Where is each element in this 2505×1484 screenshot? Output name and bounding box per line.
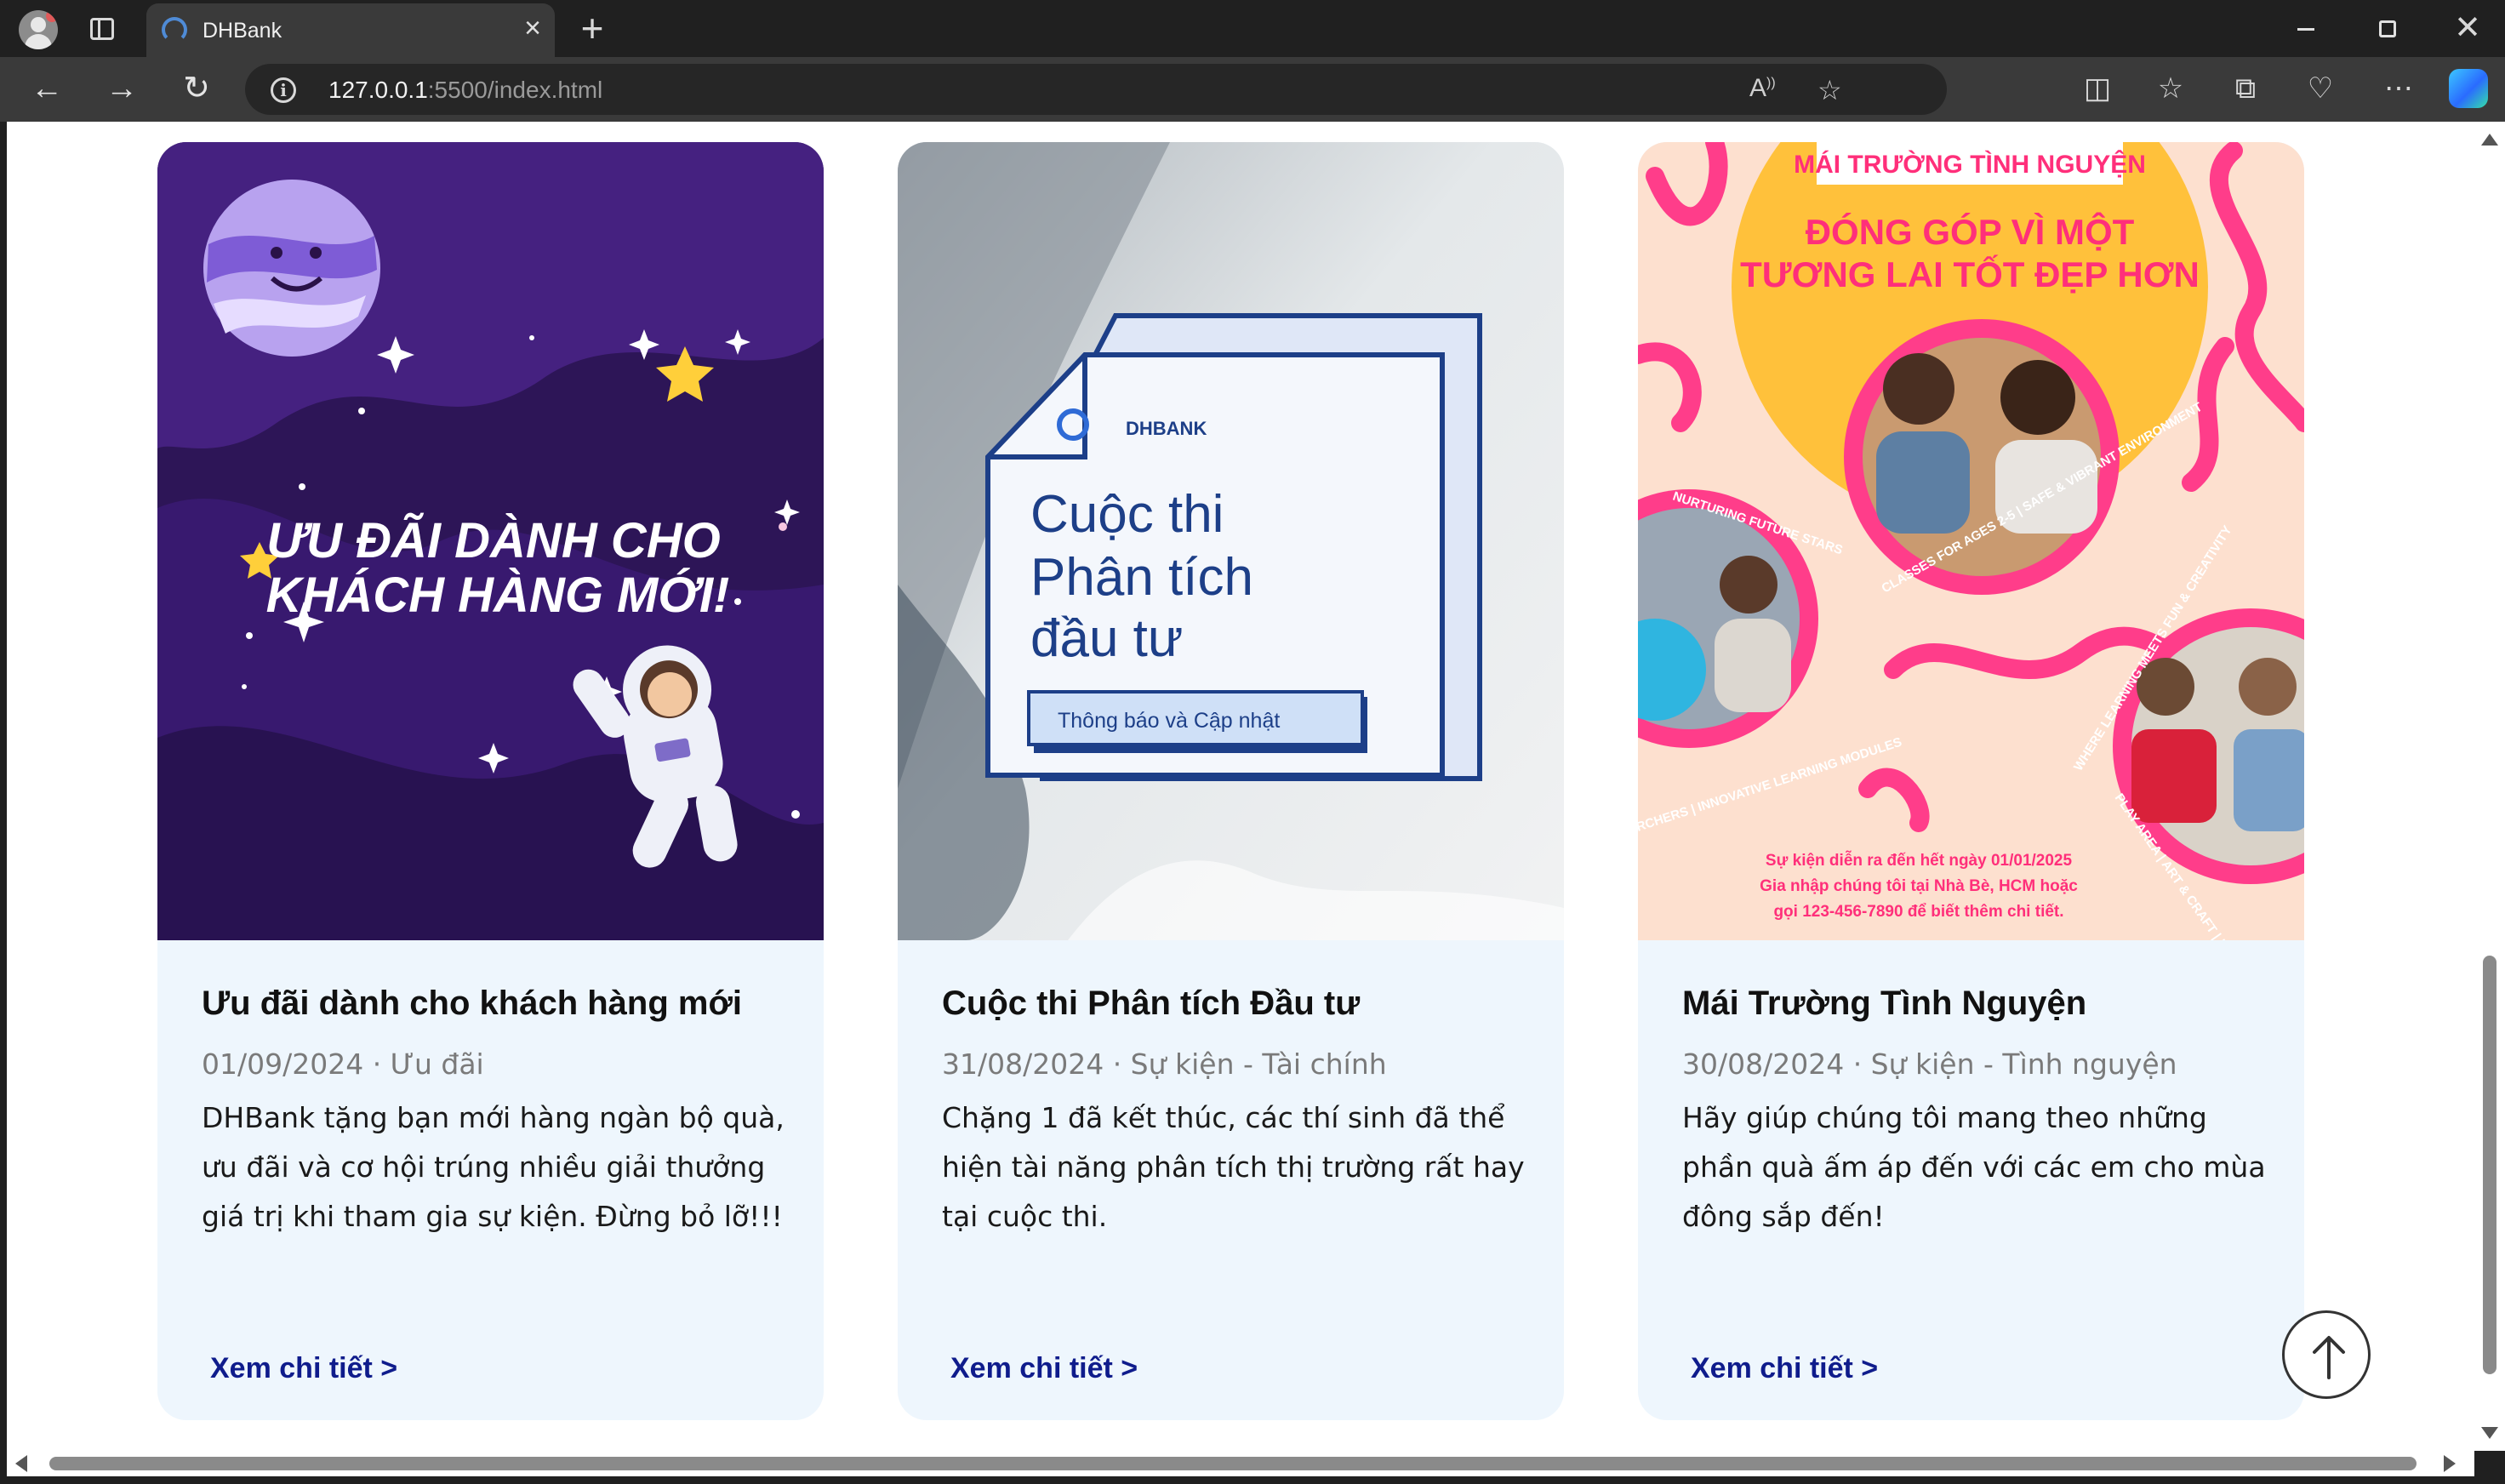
url-text[interactable]: 127.0.0.1:5500/index.html bbox=[328, 77, 602, 104]
promo-poster-image[interactable]: ƯU ĐÃI DÀNH CHO KHÁCH HÀNG MỚI! bbox=[157, 142, 824, 940]
scroll-down-arrow-icon[interactable] bbox=[2481, 1427, 2498, 1439]
horizontal-scrollbar[interactable] bbox=[0, 1451, 2505, 1484]
split-screen-icon[interactable]: ◫ bbox=[2078, 69, 2117, 108]
volunteer-footer-1: Sự kiện diễn ra đến hết ngày 01/01/2025 bbox=[1766, 851, 2073, 870]
favorites-icon[interactable]: ☆ bbox=[2151, 69, 2190, 108]
url-host: 127.0.0.1 bbox=[328, 77, 428, 103]
back-to-top-button[interactable] bbox=[2282, 1310, 2371, 1399]
contest-poster-tag: Thông báo và Cập nhật bbox=[1058, 709, 1280, 733]
contest-poster-line2: Phân tích bbox=[1030, 548, 1253, 607]
view-details-link[interactable]: Xem chi tiết > bbox=[210, 1352, 397, 1385]
profile-avatar-icon[interactable] bbox=[19, 10, 58, 49]
promo-poster-line1: ƯU ĐÃI DÀNH CHO bbox=[266, 513, 720, 568]
contest-poster-line3: đầu tư bbox=[1030, 609, 1183, 668]
volunteer-headline-2: TƯƠNG LAI TỐT ĐẸP HƠN bbox=[1740, 254, 2200, 294]
url-path: :5500/index.html bbox=[427, 77, 603, 103]
news-card: ƯU ĐÃI DÀNH CHO KHÁCH HÀNG MỚI! Ưu đãi d… bbox=[157, 142, 824, 1420]
horizontal-scroll-thumb[interactable] bbox=[49, 1457, 2417, 1470]
window-close-icon[interactable]: ✕ bbox=[2451, 7, 2485, 49]
scroll-up-arrow-icon[interactable] bbox=[2481, 134, 2498, 146]
browser-essentials-icon[interactable]: ♡ bbox=[2301, 69, 2340, 108]
browser-toolbar: ← → ↻ i 127.0.0.1:5500/index.html A)) ☆ … bbox=[0, 57, 2505, 122]
contest-poster-brand: DHBANK bbox=[1126, 418, 1207, 439]
read-aloud-icon[interactable]: A)) bbox=[1749, 74, 1776, 103]
vertical-scroll-thumb[interactable] bbox=[2483, 956, 2496, 1374]
contest-poster-image[interactable]: DHBANK Cuộc thi Phân tích đầu tư Thông b… bbox=[898, 142, 1564, 940]
more-menu-icon[interactable]: ⋯ bbox=[2379, 69, 2418, 108]
volunteer-headline-1: ĐÓNG GÓP VÌ MỘT bbox=[1806, 211, 2135, 252]
favorite-star-icon[interactable]: ☆ bbox=[1817, 74, 1842, 106]
browser-tab-bar: DHBank × + ✕ bbox=[0, 0, 2505, 57]
page-viewport: ƯU ĐÃI DÀNH CHO KHÁCH HÀNG MỚI! Ưu đãi d… bbox=[7, 122, 2474, 1451]
card-title: Ưu đãi dành cho khách hàng mới bbox=[202, 985, 743, 1022]
card-description: Hãy giúp chúng tôi mang theo những phần … bbox=[1682, 1101, 2266, 1233]
tab-actions-icon[interactable] bbox=[85, 14, 119, 44]
volunteer-banner: MÁI TRƯỜNG TÌNH NGUYỆN bbox=[1794, 150, 2146, 179]
news-card: DHBANK Cuộc thi Phân tích đầu tư Thông b… bbox=[898, 142, 1564, 1420]
contest-poster-line1: Cuộc thi bbox=[1030, 485, 1224, 544]
volunteer-poster-image[interactable]: MÁI TRƯỜNG TÌNH NGUYỆN ĐÓNG GÓP VÌ MỘT T… bbox=[1638, 142, 2304, 940]
card-description: Chặng 1 đã kết thúc, các thí sinh đã thể… bbox=[942, 1101, 1525, 1233]
minimize-icon[interactable] bbox=[2289, 12, 2323, 46]
card-title: Cuộc thi Phân tích Đầu tư bbox=[942, 985, 1361, 1022]
read-aloud-letter: A bbox=[1749, 74, 1767, 102]
address-bar[interactable]: i 127.0.0.1:5500/index.html A)) ☆ bbox=[245, 64, 1947, 115]
card-meta: 30/08/2024 · Sự kiện - Tình nguyện bbox=[1682, 1047, 2177, 1081]
card-description: DHBank tặng bạn mới hàng ngàn bộ quà, ưu… bbox=[202, 1101, 785, 1233]
tab-close-icon[interactable]: × bbox=[524, 14, 541, 43]
volunteer-footer-3: gọi 123-456-7890 để biết thêm chi tiết. bbox=[1773, 903, 2063, 921]
copilot-icon[interactable] bbox=[2449, 69, 2488, 108]
browser-tab-dhbank[interactable]: DHBank × bbox=[146, 3, 555, 57]
scroll-left-arrow-icon[interactable] bbox=[15, 1455, 27, 1472]
arrow-up-icon bbox=[2313, 1336, 2345, 1379]
view-details-link[interactable]: Xem chi tiết > bbox=[950, 1352, 1138, 1385]
card-meta: 31/08/2024 · Sự kiện - Tài chính bbox=[942, 1047, 1387, 1081]
read-aloud-waves: )) bbox=[1766, 76, 1776, 90]
promo-poster-line2: KHÁCH HÀNG MỚI! bbox=[266, 568, 730, 623]
site-info-icon[interactable]: i bbox=[271, 77, 296, 103]
volunteer-footer-2: Gia nhập chúng tôi tại Nhà Bè, HCM hoặc bbox=[1760, 877, 2078, 895]
view-details-link[interactable]: Xem chi tiết > bbox=[1691, 1352, 1878, 1385]
reload-icon[interactable]: ↻ bbox=[177, 69, 216, 108]
news-card: MÁI TRƯỜNG TÌNH NGUYỆN ĐÓNG GÓP VÌ MỘT T… bbox=[1638, 142, 2304, 1420]
back-arrow-icon[interactable]: ← bbox=[27, 69, 66, 108]
new-tab-button[interactable]: + bbox=[575, 9, 609, 48]
forward-arrow-icon[interactable]: → bbox=[102, 69, 141, 108]
vertical-scrollbar[interactable] bbox=[2474, 122, 2505, 1451]
dhbank-favicon-icon bbox=[162, 17, 187, 43]
card-meta: 01/09/2024 · Ưu đãi bbox=[202, 1047, 484, 1081]
tab-title: DHBank bbox=[203, 19, 282, 43]
restore-icon[interactable] bbox=[2371, 12, 2405, 46]
collections-icon[interactable]: ⧉ bbox=[2226, 69, 2265, 108]
card-title: Mái Trường Tình Nguyện bbox=[1682, 985, 2087, 1022]
scroll-right-arrow-icon[interactable] bbox=[2444, 1455, 2456, 1472]
